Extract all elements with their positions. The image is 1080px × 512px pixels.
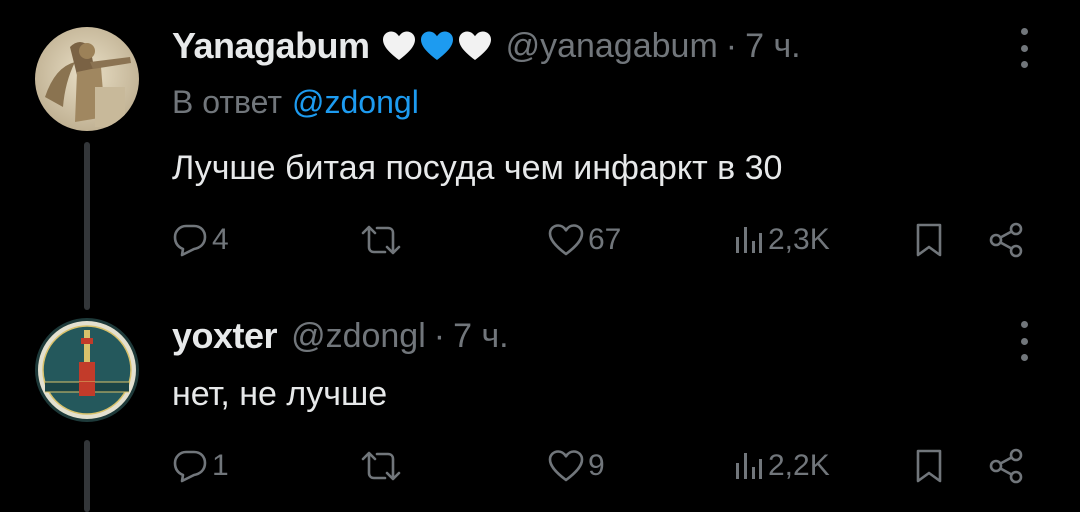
- separator-dot: ·: [433, 316, 446, 355]
- timestamp[interactable]: 7 ч.: [745, 27, 801, 66]
- handle[interactable]: @yanagabum: [506, 27, 718, 66]
- white-heart-icon: [382, 31, 415, 60]
- views-button[interactable]: 2,2K: [734, 448, 830, 484]
- views-count: 2,2K: [768, 449, 830, 482]
- views-icon: [736, 453, 762, 479]
- separator-dot: ·: [725, 26, 738, 65]
- more-icon[interactable]: [1015, 28, 1033, 68]
- views-button[interactable]: 2,3K: [734, 222, 830, 258]
- tweet-2-header: yoxter @zdongl · 7 ч.: [172, 312, 509, 360]
- share-button[interactable]: [988, 448, 1024, 484]
- name-emoji-hearts: [382, 30, 492, 62]
- display-name[interactable]: yoxter: [172, 315, 278, 357]
- thread-line-top: [84, 142, 90, 310]
- views-count: 2,3K: [768, 223, 830, 256]
- handle[interactable]: @zdongl: [291, 317, 426, 356]
- thread-line-bottom: [84, 440, 90, 512]
- tweet-text: нет, не лучше: [172, 370, 387, 418]
- like-count: 67: [588, 223, 622, 256]
- like-icon: [548, 450, 584, 482]
- retweet-icon: [361, 451, 401, 481]
- reply-prefix: В ответ: [172, 83, 283, 120]
- bookmark-icon: [916, 223, 942, 257]
- avatar-yanagabum[interactable]: [35, 27, 139, 131]
- blue-heart-icon: [420, 31, 453, 60]
- share-icon: [989, 448, 1023, 484]
- like-count: 9: [588, 449, 605, 482]
- tweet-text: Лучше битая посуда чем инфаркт в 30: [172, 144, 782, 192]
- share-icon: [989, 222, 1023, 258]
- display-name[interactable]: Yanagabum: [172, 25, 370, 67]
- like-button[interactable]: 9: [548, 448, 605, 484]
- views-icon: [736, 227, 762, 253]
- avatar-statue-image: [35, 27, 139, 131]
- retweet-button[interactable]: [360, 448, 402, 484]
- timestamp[interactable]: 7 ч.: [453, 317, 509, 356]
- like-icon: [548, 224, 584, 256]
- tweet-1-header: Yanagabum @yanagabum · 7 ч.: [172, 22, 801, 70]
- retweet-icon: [361, 225, 401, 255]
- like-button[interactable]: 67: [548, 222, 621, 258]
- reply-count: 1: [212, 449, 229, 482]
- reply-icon: [173, 450, 207, 483]
- white-heart-icon: [458, 31, 491, 60]
- retweet-button[interactable]: [360, 222, 402, 258]
- reply-count: 4: [212, 223, 229, 256]
- avatar-badge-image: [35, 318, 139, 422]
- reply-button[interactable]: 4: [172, 222, 229, 258]
- bookmark-button[interactable]: [914, 448, 944, 484]
- reply-mention-link[interactable]: @zdongl: [292, 84, 419, 121]
- bookmark-icon: [916, 449, 942, 483]
- reply-button[interactable]: 1: [172, 448, 229, 484]
- avatar-yoxter[interactable]: [35, 318, 139, 422]
- tweet-text-content: нет, не лучше: [172, 374, 388, 413]
- reply-context: В ответ @zdongl: [172, 80, 419, 124]
- share-button[interactable]: [988, 222, 1024, 258]
- more-icon[interactable]: [1015, 321, 1033, 361]
- bookmark-button[interactable]: [914, 222, 944, 258]
- reply-icon: [173, 224, 207, 257]
- tweet-text-content: Лучше битая посуда чем инфаркт в 30: [172, 148, 783, 187]
